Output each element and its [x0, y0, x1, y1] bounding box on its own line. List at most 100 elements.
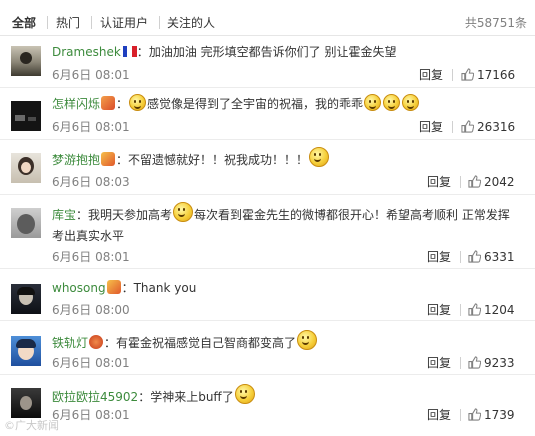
divider: [452, 69, 453, 81]
separator: ：: [76, 208, 89, 222]
like-count: 26316: [477, 120, 516, 134]
tab-hot[interactable]: 热门: [56, 15, 80, 31]
separator: ：: [116, 97, 129, 111]
level-badge-icon: [101, 96, 116, 110]
like-button[interactable]: 26316: [461, 119, 515, 135]
comment-text: 加油加油 完形填空都告诉你们了 别让霍金失望: [148, 45, 397, 59]
separator: ：: [138, 390, 151, 404]
comment-body: Drameshek ：加油加油 完形填空都告诉你们了 别让霍金失望: [52, 42, 521, 63]
comment-item: 梦游抱抱 ：不留遗憾就好！！祝我成功！！！ 6月6日 08:03 回复 2042: [0, 141, 535, 195]
divider: [460, 251, 461, 263]
laughing-emoji-icon: [173, 202, 194, 222]
tab-divider: [159, 16, 160, 29]
thumbs-up-icon: [468, 250, 482, 263]
thumbs-up-icon: [468, 408, 482, 421]
like-count: 6331: [484, 250, 515, 264]
tab-all[interactable]: 全部: [12, 15, 36, 31]
like-count: 1739: [484, 408, 515, 422]
comment-body: 库宝：我明天参加高考 每次看到霍金先生的微博都很开心！希望高考顺利 正常发挥考出真…: [52, 202, 521, 247]
comment-timestamp: 6月6日 08:00: [52, 303, 130, 317]
comment-username[interactable]: whosong: [52, 281, 106, 295]
like-button[interactable]: 2042: [468, 174, 515, 190]
divider: [460, 409, 461, 421]
tab-divider: [91, 16, 92, 29]
comment-username[interactable]: 铁轨灯: [52, 336, 88, 350]
like-count: 1204: [484, 303, 515, 317]
comment-item: whosong ：Thank you 6月6日 08:00 回复 1204: [0, 270, 535, 321]
comment-text: 考出真实水平: [52, 229, 125, 243]
reply-button[interactable]: 回复: [427, 302, 451, 318]
thumbs-up-icon: [468, 175, 482, 188]
separator: ：: [121, 281, 134, 295]
tab-verified-users[interactable]: 认证用户: [100, 15, 148, 31]
comment-body: 铁轨灯 ：有霍金祝福感觉自己智商都变高了: [52, 330, 521, 354]
avatar[interactable]: [11, 388, 41, 418]
grin-emoji-icon: [309, 147, 330, 167]
divider: [452, 121, 453, 133]
comment-timestamp: 6月6日 08:01: [52, 68, 130, 82]
comment-text: 感觉像是得到了全宇宙的祝福，我的乖乖: [147, 97, 364, 111]
comment-username[interactable]: Drameshek: [52, 45, 121, 59]
cat-emoji-icon: [364, 94, 382, 111]
comment-item: 欧拉欧拉45902：学神来上buff了 6月6日 08:01 回复 1739: [0, 376, 535, 436]
comment-username[interactable]: 欧拉欧拉45902: [52, 390, 138, 404]
avatar[interactable]: [11, 208, 41, 238]
member-badge-icon: [101, 152, 116, 166]
comment-timestamp: 6月6日 08:03: [52, 175, 130, 189]
reply-button[interactable]: 回复: [427, 174, 451, 190]
comment-text: Thank you: [133, 281, 197, 295]
cat-emoji-icon: [402, 94, 420, 111]
comment-text: 学神来上buff了: [150, 390, 234, 404]
avatar[interactable]: [11, 101, 41, 131]
comment-timestamp: 6月6日 08:01: [52, 356, 130, 370]
separator: ：: [136, 45, 149, 59]
separator: ：: [116, 153, 129, 167]
like-button[interactable]: 1739: [468, 407, 515, 423]
cat-emoji-icon: [234, 384, 255, 404]
like-button[interactable]: 1204: [468, 302, 515, 318]
fan-badge-icon: [89, 335, 104, 349]
thumbs-up-icon: [468, 356, 482, 369]
comment-text: 我明天参加高考: [88, 208, 173, 222]
avatar[interactable]: [11, 284, 41, 314]
thumbs-up-icon: [461, 68, 475, 81]
separator: ：: [104, 336, 117, 350]
like-button[interactable]: 17166: [461, 67, 515, 83]
thumbs-up-icon: [468, 303, 482, 316]
like-count: 2042: [484, 175, 515, 189]
comment-item: 怎样闪烁 ： 感觉像是得到了全宇宙的祝福，我的乖乖 6月6日 08:01 回复 26…: [0, 89, 535, 140]
like-count: 17166: [477, 68, 516, 82]
comment-username[interactable]: 梦游抱抱: [52, 153, 100, 167]
avatar[interactable]: [11, 46, 41, 76]
tab-divider: [47, 16, 48, 29]
reply-button[interactable]: 回复: [427, 407, 451, 423]
cat-emoji-icon: [129, 94, 147, 111]
member-badge-icon: [106, 280, 121, 294]
divider: [460, 357, 461, 369]
reply-button[interactable]: 回复: [419, 119, 443, 135]
comment-text: 不留遗憾就好！！祝我成功！！！: [128, 153, 309, 167]
avatar[interactable]: [11, 153, 41, 183]
comment-body: 欧拉欧拉45902：学神来上buff了: [52, 384, 521, 408]
avatar[interactable]: [11, 336, 41, 366]
like-count: 9233: [484, 356, 515, 370]
watermark: ©广大新闻: [4, 419, 59, 432]
like-button[interactable]: 9233: [468, 355, 515, 371]
tab-following[interactable]: 关注的人: [167, 15, 215, 31]
comment-text: 每次看到霍金先生的微博都很开心！希望高考顺利 正常发挥: [194, 208, 510, 222]
comment-item: 铁轨灯 ：有霍金祝福感觉自己智商都变高了 6月6日 08:01 回复 9233: [0, 322, 535, 375]
comment-item: Drameshek ：加油加油 完形填空都告诉你们了 别让霍金失望 6月6日 08…: [0, 36, 535, 88]
france-flag-icon: [122, 46, 137, 57]
comment-body: whosong ：Thank you: [52, 278, 521, 299]
comment-username[interactable]: 怎样闪烁: [52, 97, 100, 111]
comment-username[interactable]: 库宝: [52, 208, 76, 222]
smile-emoji-icon: [297, 330, 318, 350]
reply-button[interactable]: 回复: [427, 355, 451, 371]
comment-total-count: 共58751条: [464, 16, 527, 30]
reply-button[interactable]: 回复: [427, 249, 451, 265]
like-button[interactable]: 6331: [468, 249, 515, 265]
reply-button[interactable]: 回复: [419, 67, 443, 83]
comment-timestamp: 6月6日 08:01: [52, 250, 130, 264]
comment-timestamp: 6月6日 08:01: [52, 120, 130, 134]
comment-filter-tabs: 全部 热门 认证用户 关注的人 共58751条: [0, 0, 535, 36]
